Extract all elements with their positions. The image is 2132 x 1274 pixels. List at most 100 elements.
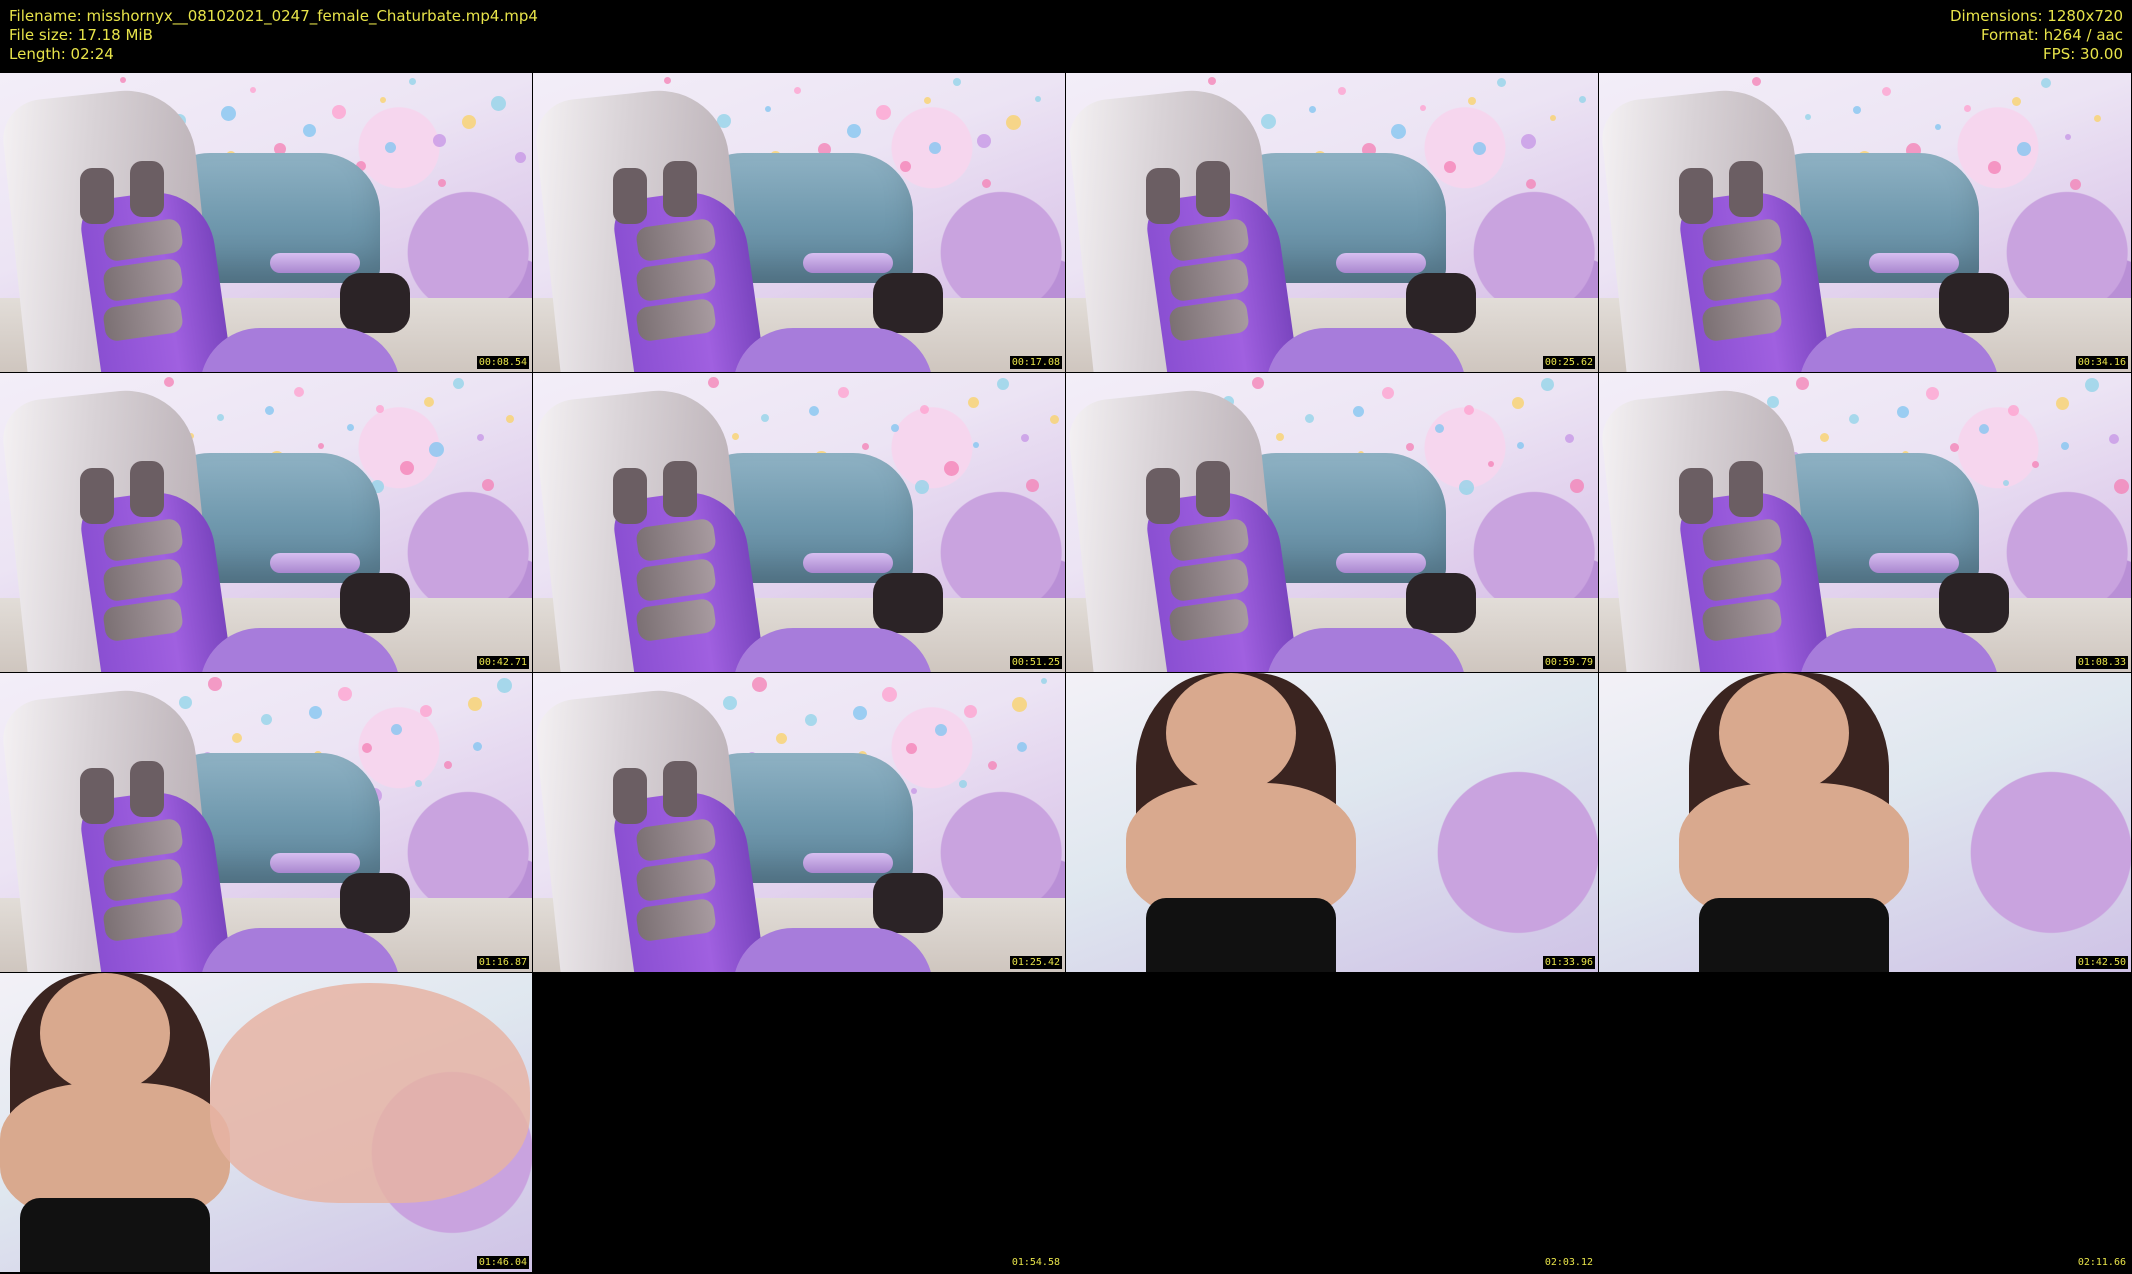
- filename-text: Filename: misshornyx__08102021_0247_fema…: [9, 7, 538, 25]
- black-top: [1699, 898, 1889, 972]
- wallpaper-motif: [1752, 77, 1761, 86]
- wallpaper-motif: [882, 687, 897, 702]
- wallpaper-motif: [2056, 397, 2069, 410]
- wallpaper-motif: [1897, 406, 1909, 418]
- wallpaper-motif: [265, 406, 274, 415]
- chair-armrest: [803, 853, 893, 873]
- chair-armrest: [803, 553, 893, 573]
- video-frame: [0, 73, 532, 372]
- wallpaper-motif: [1435, 424, 1444, 433]
- wallpaper-motif: [1420, 105, 1426, 111]
- thumbnail-cell[interactable]: 00:59.79: [1066, 373, 1598, 672]
- wallpaper-motif: [338, 687, 352, 701]
- wallpaper-motif: [2114, 479, 2129, 494]
- wallpaper-motif: [1382, 387, 1394, 399]
- chair-headrest-slot: [1729, 161, 1763, 217]
- chair-headrest-slot: [1146, 468, 1180, 524]
- thumbnail-cell[interactable]: 01:33.96: [1066, 673, 1598, 972]
- wallpaper-motif: [420, 705, 432, 717]
- chair-headrest-slot: [1679, 468, 1713, 524]
- wallpaper-motif: [294, 387, 304, 397]
- wallpaper-motif: [318, 443, 324, 449]
- thumbnail-cell[interactable]: 00:42.71: [0, 373, 532, 672]
- chair-armrest: [1869, 253, 1959, 273]
- chair-headrest-slot: [130, 461, 164, 517]
- wallpaper-motif: [1006, 115, 1021, 130]
- thumbnail-cell[interactable]: 00:08.54: [0, 73, 532, 372]
- wallpaper-motif: [376, 405, 384, 413]
- wallpaper-motif: [1521, 134, 1536, 149]
- wallpaper-motif: [2003, 480, 2009, 486]
- thumbnail-cell[interactable]: 01:08.33: [1599, 373, 2131, 672]
- chair-headrest-slot: [663, 761, 697, 817]
- thumbnail-cell[interactable]: 02:11.66: [1599, 973, 2131, 1272]
- timestamp-label: 02:03.12: [1544, 1257, 1593, 1268]
- wallpaper-motif: [1459, 480, 1474, 495]
- format-text: Format: h264 / aac: [1980, 26, 2123, 44]
- chair-headrest-slot: [613, 168, 647, 224]
- wallpaper-motif: [391, 724, 402, 735]
- wallpaper-motif: [1849, 414, 1859, 424]
- chair-headrest-slot: [663, 161, 697, 217]
- wallpaper-motif: [1041, 678, 1047, 684]
- backpack: [873, 873, 943, 933]
- timestamp-label: 01:33.96: [1542, 956, 1595, 969]
- chair-headrest-slot: [80, 768, 114, 824]
- wallpaper-motif: [1473, 142, 1486, 155]
- wallpaper-motif: [2032, 461, 2039, 468]
- wallpaper-motif: [208, 677, 222, 691]
- thumbnail-cell[interactable]: 00:25.62: [1066, 73, 1598, 372]
- wallpaper-motif: [1468, 97, 1476, 105]
- wallpaper-motif: [794, 87, 801, 94]
- wallpaper-motif: [752, 677, 767, 692]
- wallpaper-motif: [2061, 442, 2069, 450]
- chair-headrest-slot: [1729, 461, 1763, 517]
- wallpaper-motif: [1512, 397, 1524, 409]
- timestamp-label: 00:08.54: [476, 356, 529, 369]
- wallpaper-motif: [959, 780, 967, 788]
- backpack: [1939, 273, 2009, 333]
- thumbnail-cell[interactable]: 02:03.12: [1066, 973, 1598, 1272]
- wallpaper-motif: [1252, 377, 1264, 389]
- thumbnail-cell[interactable]: 01:46.04: [0, 973, 532, 1272]
- wallpaper-motif: [1882, 87, 1891, 96]
- chair-headrest-slot: [1146, 168, 1180, 224]
- wallpaper-motif: [1261, 114, 1276, 129]
- wallpaper-motif: [506, 415, 514, 423]
- wallpaper-motif: [982, 179, 991, 188]
- thumbnail-cell[interactable]: 01:25.42: [533, 673, 1065, 972]
- wallpaper-motif: [953, 78, 961, 86]
- wallpaper-motif: [1012, 697, 1027, 712]
- wallpaper-motif: [1570, 479, 1584, 493]
- wallpaper-motif: [1805, 114, 1811, 120]
- wallpaper-motif: [1988, 161, 2001, 174]
- wallpaper-motif: [2041, 78, 2051, 88]
- wallpaper-motif: [900, 161, 911, 172]
- info-header: Filename: misshornyx__08102021_0247_fema…: [0, 0, 2132, 73]
- wallpaper-motif: [482, 479, 494, 491]
- timestamp-label: 01:54.58: [1011, 1257, 1060, 1268]
- person-face: [1719, 673, 1849, 793]
- wallpaper-motif: [2012, 97, 2021, 106]
- video-frame: [533, 373, 1065, 672]
- thumbnail-cell[interactable]: 01:54.58: [533, 973, 1065, 1272]
- wallpaper-motif: [1964, 105, 1971, 112]
- timestamp-label: 01:42.50: [2075, 956, 2128, 969]
- file-meta-right: Dimensions: 1280x720 Format: h264 / aac FP…: [1950, 7, 2123, 64]
- thumbnail-cell[interactable]: 00:51.25: [533, 373, 1065, 672]
- wallpaper-motif: [977, 134, 991, 148]
- wallpaper-motif: [1526, 179, 1536, 189]
- thumbnail-cell[interactable]: 00:17.08: [533, 73, 1065, 372]
- video-frame: [0, 373, 532, 672]
- thumbnail-cell[interactable]: 00:34.16: [1599, 73, 2131, 372]
- wallpaper-motif: [1541, 378, 1554, 391]
- wallpaper-motif: [2008, 405, 2019, 416]
- wallpaper-motif: [732, 433, 739, 440]
- wallpaper-motif: [429, 442, 444, 457]
- wallpaper-motif: [997, 378, 1009, 390]
- wallpaper-motif: [1035, 96, 1041, 102]
- thumbnail-cell[interactable]: 01:16.87: [0, 673, 532, 972]
- wallpaper-motif: [765, 106, 771, 112]
- thumbnail-cell[interactable]: 01:42.50: [1599, 673, 2131, 972]
- wallpaper-motif: [453, 378, 464, 389]
